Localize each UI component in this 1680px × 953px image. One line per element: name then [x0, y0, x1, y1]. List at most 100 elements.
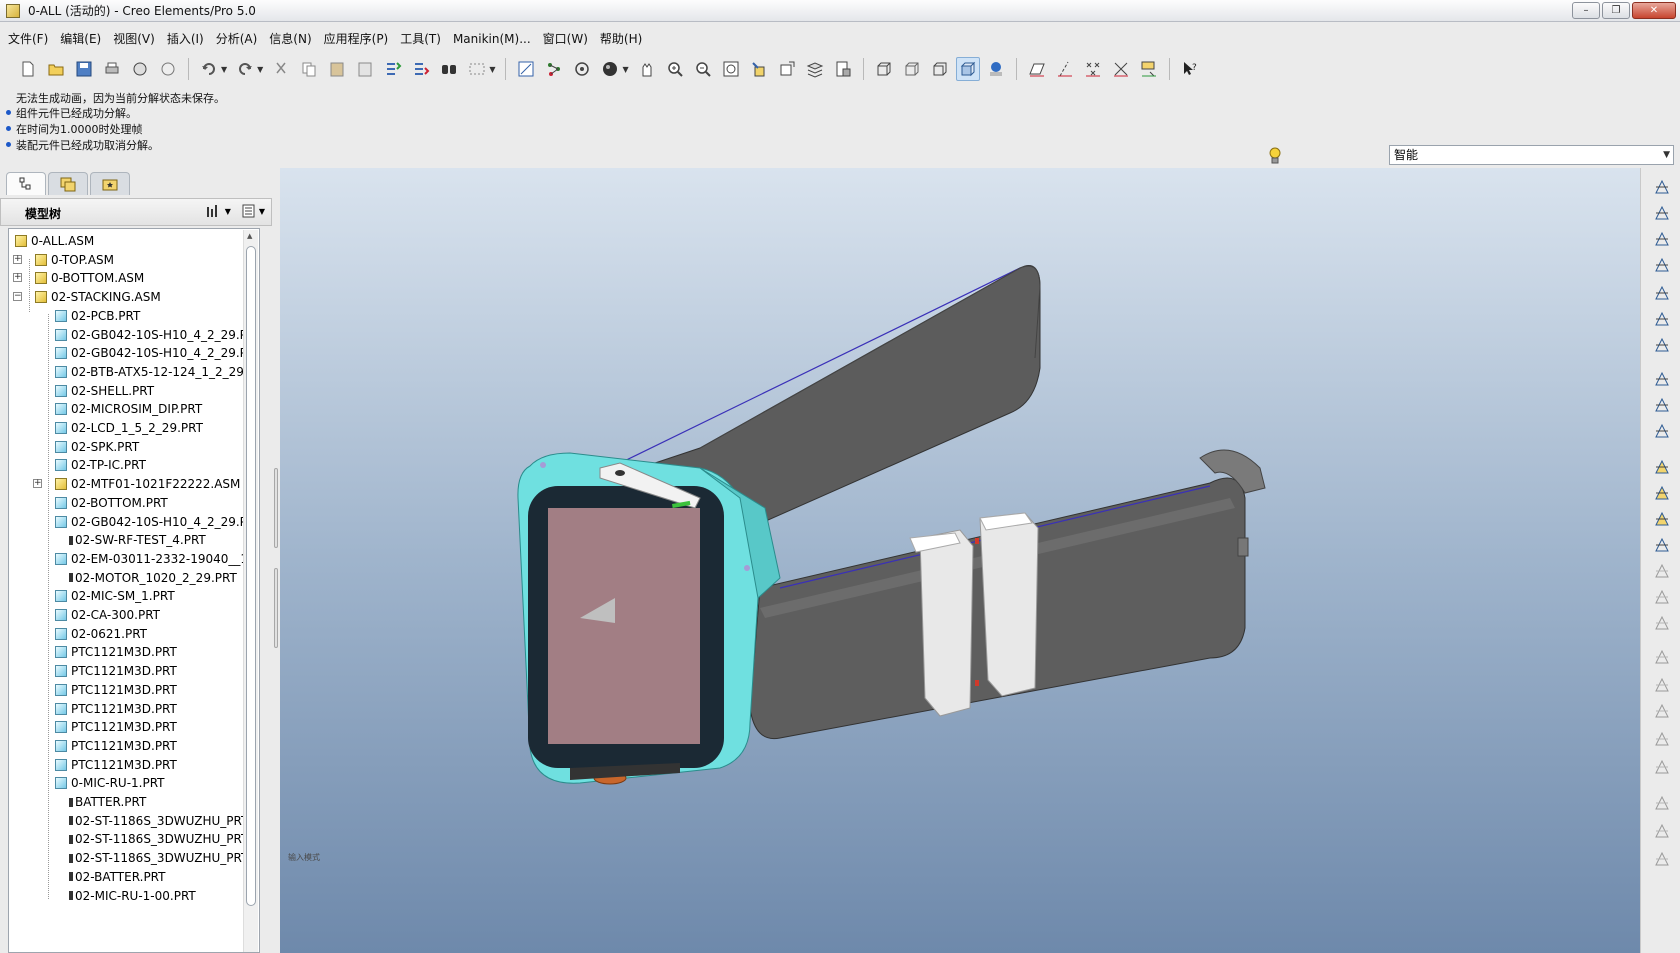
tree-settings-icon[interactable]: ▼ [205, 203, 231, 219]
surface-icon[interactable] [1651, 728, 1673, 750]
find-icon[interactable] [437, 57, 461, 81]
tree-item[interactable]: 02-LCD_1_5_2_29.PRT [55, 418, 203, 438]
watch-model-3d[interactable] [280, 168, 1640, 953]
tree-item[interactable]: +02-MTF01-1021F22222.ASM [33, 474, 240, 494]
regen-manager-icon[interactable] [409, 57, 433, 81]
datum-plane-tool-icon[interactable] [1651, 202, 1673, 224]
menu-tools[interactable]: 工具(T) [394, 27, 447, 51]
minimize-button[interactable]: – [1572, 2, 1600, 19]
tab-model-tree[interactable] [6, 172, 46, 195]
undo-icon[interactable] [197, 57, 221, 81]
redo-icon[interactable] [233, 57, 257, 81]
ref-plane-icon[interactable] [1651, 394, 1673, 416]
tree-item[interactable]: 02-TP-IC.PRT [55, 455, 146, 475]
email-link-icon[interactable] [156, 57, 180, 81]
expand-icon[interactable]: + [33, 479, 42, 489]
spin-center-icon[interactable] [514, 57, 538, 81]
tree-item[interactable]: +0-TOP.ASM [13, 250, 114, 270]
expand-icon[interactable]: + [13, 254, 22, 264]
paste-special-icon[interactable] [353, 57, 377, 81]
tree-item[interactable]: 02-MOTOR_1020_2_29.PRT [55, 568, 237, 588]
tree-item[interactable]: 02-BOTTOM.PRT [55, 493, 168, 513]
regenerate-icon[interactable] [381, 57, 405, 81]
tree-item[interactable]: PTC1121M3D.PRT [55, 661, 177, 681]
scale-icon[interactable] [1651, 700, 1673, 722]
menu-view[interactable]: 视图(V) [107, 27, 161, 51]
offset-surface-icon[interactable] [1651, 756, 1673, 778]
annotation-display-icon[interactable] [1137, 57, 1161, 81]
tree-item[interactable]: 02-EM-03011-2332-19040__1_ [55, 549, 254, 569]
splitter-handle[interactable] [274, 568, 278, 648]
analysis-tool-icon[interactable] [1651, 334, 1673, 356]
tree-item[interactable]: 02-MIC-RU-1-00.PRT [55, 886, 196, 906]
tab-folder-browser[interactable] [48, 172, 88, 195]
tree-scrollbar[interactable]: ▲ [243, 230, 258, 952]
tab-favorites[interactable] [90, 172, 130, 195]
tree-item[interactable]: 0-MIC-RU-1.PRT [55, 773, 165, 793]
tree-item[interactable]: 02-PCB.PRT [55, 306, 140, 326]
menu-applications[interactable]: 应用程序(P) [318, 27, 395, 51]
datum-plane-icon[interactable] [542, 57, 566, 81]
menu-window[interactable]: 窗口(W) [537, 27, 594, 51]
menu-edit[interactable]: 编辑(E) [54, 27, 107, 51]
tree-item[interactable]: 02-SHELL.PRT [55, 381, 154, 401]
hidden-line-icon[interactable] [900, 57, 924, 81]
maximize-button[interactable]: ❐ [1602, 2, 1630, 19]
new-icon[interactable] [16, 57, 40, 81]
ref-feature-icon[interactable] [1651, 368, 1673, 390]
tree-item[interactable]: 02-SPK.PRT [55, 437, 139, 457]
paste-icon[interactable] [325, 57, 349, 81]
tree-item[interactable]: 02-ST-1186S_3DWUZHU_PRT [55, 829, 248, 849]
cut-icon[interactable] [269, 57, 293, 81]
mirror-icon[interactable] [1651, 646, 1673, 668]
layers-icon[interactable] [803, 57, 827, 81]
tree-item[interactable]: 02-BATTER.PRT [55, 867, 165, 887]
tree-scroll-thumb[interactable] [246, 246, 256, 906]
tree-item[interactable]: 02-SW-RF-TEST_4.PRT [55, 530, 206, 550]
datum-csys-icon[interactable] [1651, 308, 1673, 330]
tree-item[interactable]: 02-ST-1186S_3DWUZHU_PRT [55, 848, 248, 868]
tree-item[interactable]: 02-GB042-10S-H10_4_2_29.PR [55, 343, 255, 363]
shading-icon[interactable] [598, 57, 622, 81]
save-icon[interactable] [72, 57, 96, 81]
tree-item[interactable]: 02-GB042-10S-H10_4_2_29.PR [55, 325, 255, 345]
view-manager-icon[interactable] [831, 57, 855, 81]
menu-analysis[interactable]: 分析(A) [210, 27, 264, 51]
close-button[interactable]: ✕ [1632, 2, 1676, 19]
graphics-window[interactable]: 输入模式 [280, 168, 1640, 953]
refit-icon[interactable] [719, 57, 743, 81]
no-hidden-icon[interactable] [928, 57, 952, 81]
tree-item[interactable]: BATTER.PRT [55, 792, 146, 812]
zoom-out-icon[interactable] [691, 57, 715, 81]
menu-info[interactable]: 信息(N) [263, 27, 317, 51]
csys-display-icon[interactable] [1109, 57, 1133, 81]
dropdown-arrow-icon[interactable]: ▼ [1663, 146, 1670, 164]
copy-icon[interactable] [297, 57, 321, 81]
package-icon[interactable] [1651, 508, 1673, 530]
assemble-icon[interactable] [1651, 456, 1673, 478]
menu-help[interactable]: 帮助(H) [594, 27, 648, 51]
tree-item[interactable]: 02-MIC-SM_1.PRT [55, 586, 175, 606]
tree-item[interactable]: PTC1121M3D.PRT [55, 755, 177, 775]
select-dropdown-icon[interactable]: ▼ [489, 65, 495, 74]
email-icon[interactable] [128, 57, 152, 81]
tree-item[interactable]: 02-MICROSIM_DIP.PRT [55, 399, 202, 419]
rib-icon[interactable] [1651, 534, 1673, 556]
extend-icon[interactable] [1651, 848, 1673, 870]
scroll-up-icon[interactable]: ▲ [247, 232, 252, 240]
round-icon[interactable] [1651, 560, 1673, 582]
tree-item[interactable]: PTC1121M3D.PRT [55, 699, 177, 719]
lightbulb-icon[interactable] [1267, 145, 1283, 167]
selection-filter-dropdown[interactable]: 智能 ▼ [1389, 145, 1674, 165]
tree-item[interactable]: 02-ST-1186S_3DWUZHU_PRT [55, 811, 248, 831]
shading-mode-icon[interactable] [955, 57, 980, 81]
point-display-icon[interactable] [1081, 57, 1105, 81]
trim-icon[interactable] [1651, 820, 1673, 842]
expand-icon[interactable]: + [13, 273, 22, 283]
enhanced-realism-icon[interactable] [984, 57, 1008, 81]
datum-curve-icon[interactable] [1651, 254, 1673, 276]
redo-dropdown-icon[interactable]: ▼ [257, 65, 263, 74]
sketched-curve-icon[interactable] [1651, 176, 1673, 198]
panel-splitter[interactable] [272, 168, 280, 953]
context-help-icon[interactable]: ? [1178, 57, 1202, 81]
